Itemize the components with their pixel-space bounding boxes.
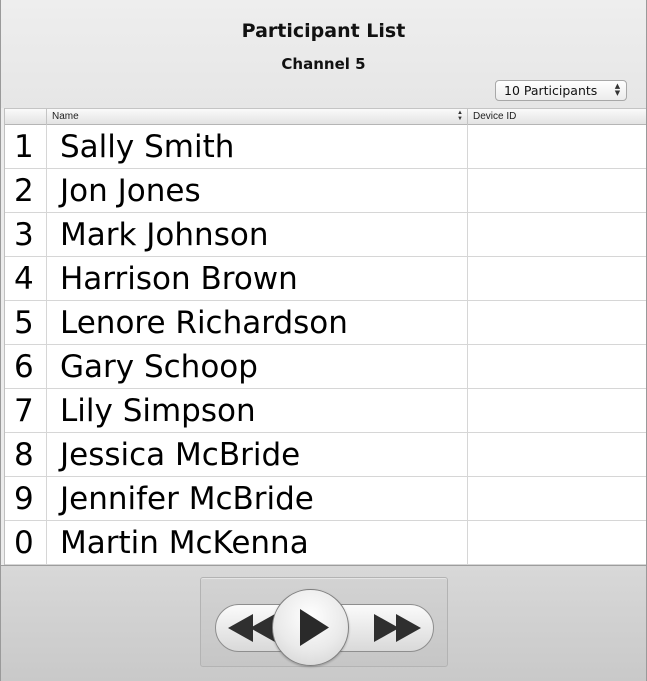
row-number: 7 — [5, 389, 47, 432]
playback-footer — [1, 565, 646, 681]
participant-name: Gary Schoop — [47, 345, 468, 388]
participant-name: Mark Johnson — [47, 213, 468, 256]
row-number: 8 — [5, 433, 47, 476]
table-body: 1 Sally Smith 2 Jon Jones 3 Mark Johnson… — [5, 125, 646, 565]
row-number: 2 — [5, 169, 47, 212]
select-arrows-icon: ▲ ▼ — [614, 82, 621, 97]
row-number: 3 — [5, 213, 47, 256]
page-title: Participant List — [241, 20, 406, 42]
table-row[interactable]: 5 Lenore Richardson — [5, 301, 646, 345]
row-number: 5 — [5, 301, 47, 344]
participant-name: Jessica McBride — [47, 433, 468, 476]
column-header-name[interactable]: Name ▲ ▼ — [47, 109, 468, 125]
participant-name: Martin McKenna — [47, 521, 468, 564]
sort-arrows-icon: ▲ ▼ — [457, 110, 463, 122]
channel-subtitle: Channel 5 — [281, 55, 366, 73]
participant-name: Sally Smith — [47, 125, 468, 168]
row-number: 0 — [5, 521, 47, 564]
participant-table: Name ▲ ▼ Device ID 1 Sally Smith 2 Jon Jo… — [4, 108, 646, 565]
row-number: 6 — [5, 345, 47, 388]
participant-name: Jon Jones — [47, 169, 468, 212]
row-number: 4 — [5, 257, 47, 300]
play-icon — [300, 609, 329, 646]
device-id[interactable] — [468, 301, 646, 344]
table-row[interactable]: 6 Gary Schoop — [5, 345, 646, 389]
device-id[interactable] — [468, 213, 646, 256]
table-row[interactable]: 8 Jessica McBride — [5, 433, 646, 477]
table-row[interactable]: 4 Harrison Brown — [5, 257, 646, 301]
device-id[interactable] — [468, 169, 646, 212]
fast-forward-icon — [374, 614, 421, 642]
device-id[interactable] — [468, 257, 646, 300]
participants-count-select[interactable]: 10 Participants ▲ ▼ — [495, 80, 627, 101]
device-id[interactable] — [468, 389, 646, 432]
participant-name: Harrison Brown — [47, 257, 468, 300]
table-row[interactable]: 9 Jennifer McBride — [5, 477, 646, 521]
fast-forward-button[interactable] — [363, 605, 433, 651]
device-id[interactable] — [468, 477, 646, 520]
participant-name: Jennifer McBride — [47, 477, 468, 520]
device-id[interactable] — [468, 521, 646, 564]
row-number: 9 — [5, 477, 47, 520]
play-button[interactable] — [272, 589, 349, 666]
table-row[interactable]: 1 Sally Smith — [5, 125, 646, 169]
column-header-number[interactable] — [5, 109, 47, 125]
participant-name: Lenore Richardson — [47, 301, 468, 344]
device-id[interactable] — [468, 345, 646, 388]
device-id[interactable] — [468, 433, 646, 476]
table-row[interactable]: 3 Mark Johnson — [5, 213, 646, 257]
table-row[interactable]: 7 Lily Simpson — [5, 389, 646, 433]
column-header-device-id[interactable]: Device ID — [468, 109, 646, 125]
participant-list-window: Participant List Channel 5 10 Participan… — [0, 0, 647, 681]
table-row[interactable]: 2 Jon Jones — [5, 169, 646, 213]
playback-controls — [200, 577, 448, 667]
device-id[interactable] — [468, 125, 646, 168]
table-header: Name ▲ ▼ Device ID — [5, 108, 646, 125]
table-row[interactable]: 0 Martin McKenna — [5, 521, 646, 565]
header: Participant List Channel 5 10 Participan… — [1, 0, 646, 108]
participants-count-value: 10 Participants — [504, 83, 598, 98]
column-header-name-label: Name — [52, 111, 79, 122]
row-number: 1 — [5, 125, 47, 168]
participant-name: Lily Simpson — [47, 389, 468, 432]
